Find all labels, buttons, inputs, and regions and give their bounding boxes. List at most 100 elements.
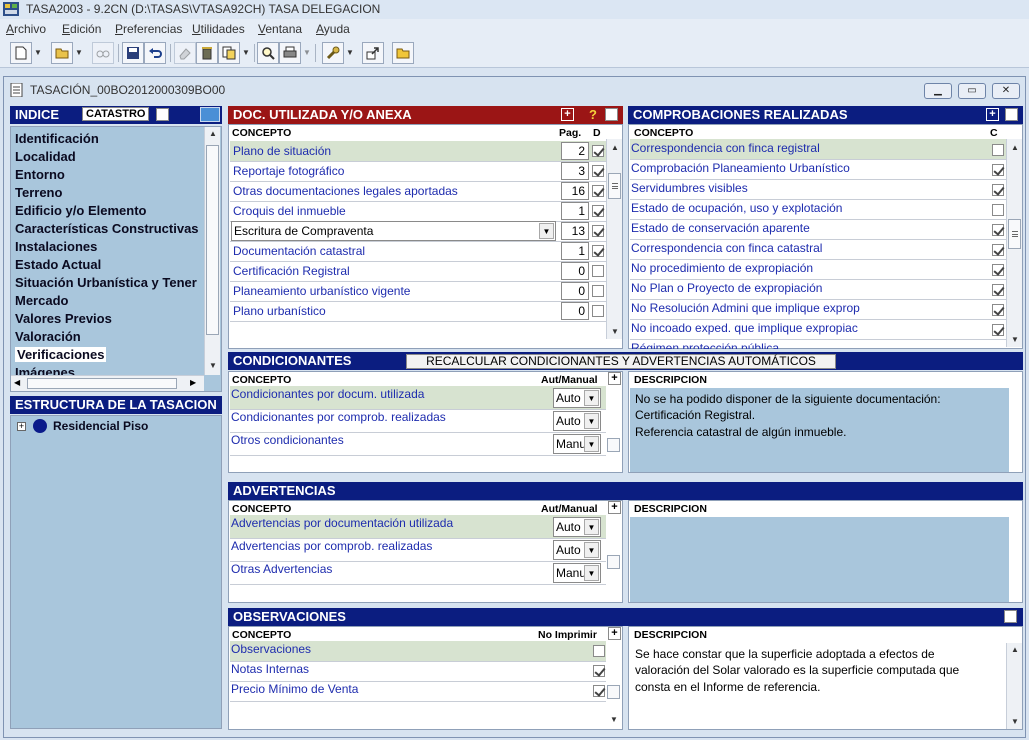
doc-checkbox[interactable] — [592, 205, 604, 217]
recalcular-button[interactable]: RECALCULAR CONDICIONANTES Y ADVERTENCIAS… — [406, 354, 836, 369]
open-folder-button[interactable] — [51, 42, 73, 64]
tree-node-residencial-piso[interactable]: Residencial Piso — [53, 419, 148, 433]
comprob-header-checkbox[interactable] — [1005, 108, 1018, 121]
chevron-down-icon[interactable]: ▼ — [584, 565, 599, 581]
chevron-down-icon[interactable]: ▼ — [584, 390, 599, 406]
link-button[interactable] — [92, 42, 114, 64]
obs-checkbox[interactable] — [593, 645, 605, 657]
indice-item-verificaciones[interactable]: Verificaciones — [15, 347, 107, 362]
menu-utilidades[interactable]: Utilidades — [192, 22, 245, 36]
comprob-checkbox[interactable] — [992, 184, 1004, 196]
doc-page-input[interactable]: 3 — [561, 162, 589, 180]
comprob-row-label[interactable]: Servidumbres visibles — [631, 181, 748, 195]
comprob-row-label[interactable]: No procedimiento de expropiación — [631, 261, 813, 275]
doc-page-input[interactable]: 1 — [561, 202, 589, 220]
obs-checkbox[interactable] — [593, 665, 605, 677]
doc-row-label[interactable]: Certificación Registral — [233, 264, 350, 278]
obs-add-button[interactable]: + — [608, 627, 621, 640]
doc-checkbox[interactable] — [592, 285, 604, 297]
chevron-down-icon[interactable]: ▼ — [584, 519, 599, 535]
comprob-checkbox[interactable] — [992, 144, 1004, 156]
cond-mode-select[interactable]: Auto ▼ — [553, 411, 601, 431]
doc-row-label[interactable]: Plano urbanístico — [233, 304, 326, 318]
scroll-thumb[interactable] — [206, 145, 219, 335]
comprob-row-label[interactable]: Correspondencia con finca registral — [631, 141, 820, 155]
scroll-up-arrow[interactable]: ▲ — [1007, 643, 1023, 657]
doc-header-checkbox[interactable] — [605, 108, 618, 121]
doc-checkbox[interactable] — [592, 265, 604, 277]
cond-row-label[interactable]: Otros condicionantes — [231, 433, 344, 447]
comprob-row-label[interactable]: Correspondencia con finca catastral — [631, 241, 822, 255]
scroll-thumb[interactable] — [1008, 219, 1021, 249]
help-icon[interactable]: ? — [589, 107, 597, 122]
comprob-vscroll[interactable]: ▲ ▼ — [1006, 139, 1022, 347]
folder-button[interactable] — [392, 42, 414, 64]
obs-vscroll[interactable]: ▼ — [606, 643, 622, 729]
comprob-row-label[interactable]: No Plan o Proyecto de expropiación — [631, 281, 822, 295]
obs-row-label[interactable]: Observaciones — [231, 642, 311, 656]
chevron-down-icon[interactable]: ▼ — [584, 413, 599, 429]
scroll-down-arrow[interactable]: ▼ — [205, 359, 221, 373]
scroll-thumb[interactable] — [608, 173, 621, 199]
indice-vscroll[interactable]: ▲ ▼ — [204, 127, 220, 375]
adv-mode-select[interactable]: Auto ▼ — [553, 540, 601, 560]
chevron-down-icon[interactable]: ▼ — [539, 223, 554, 239]
doc-page-input[interactable]: 13 — [561, 222, 589, 240]
doc-row-label[interactable]: Plano de situación — [233, 144, 331, 158]
restore-button[interactable]: ▭ — [958, 83, 986, 99]
cond-row-label[interactable]: Condicionantes por docum. utilizada — [231, 387, 424, 401]
catastro-checkbox[interactable] — [156, 108, 169, 121]
adv-add-button[interactable]: + — [608, 501, 621, 514]
close-button[interactable]: ✕ — [992, 83, 1020, 99]
save-button[interactable] — [122, 42, 144, 64]
doc-row-label[interactable]: Croquis del inmueble — [233, 204, 346, 218]
comprob-row-label[interactable]: No incoado exped. que implique expropiac — [631, 321, 858, 335]
open-folder-dropdown[interactable]: ▼ — [74, 42, 84, 64]
indice-item-instalaciones[interactable]: Instalaciones — [15, 239, 97, 254]
copy-button[interactable] — [218, 42, 240, 64]
obs-checkbox[interactable] — [593, 685, 605, 697]
comprob-row-label[interactable]: Régimen protección pública — [631, 341, 779, 349]
indice-item-estado-actual[interactable]: Estado Actual — [15, 257, 101, 272]
chevron-down-icon[interactable]: ▼ — [584, 542, 599, 558]
observaciones-header-checkbox[interactable] — [1004, 610, 1017, 623]
doc-page-input[interactable]: 0 — [561, 262, 589, 280]
indice-item-localidad[interactable]: Localidad — [15, 149, 76, 164]
adv-vscroll[interactable] — [606, 517, 622, 601]
undo-button[interactable] — [144, 42, 166, 64]
indice-item-terreno[interactable]: Terreno — [15, 185, 62, 200]
export-button[interactable] — [362, 42, 384, 64]
menu-ventana[interactable]: Ventana — [258, 22, 302, 36]
scroll-right-arrow[interactable]: ▶ — [190, 378, 196, 387]
indice-item-valores-previos[interactable]: Valores Previos — [15, 311, 112, 326]
scroll-up-arrow[interactable]: ▲ — [1007, 141, 1023, 155]
obs-row-label[interactable]: Notas Internas — [231, 662, 309, 676]
indice-item-caracteristicas[interactable]: Características Constructivas — [15, 221, 199, 236]
tools-button[interactable] — [322, 42, 344, 64]
comprob-checkbox[interactable] — [992, 324, 1004, 336]
obs-row-label[interactable]: Precio Mínimo de Venta — [231, 682, 358, 696]
new-document-button[interactable] — [10, 42, 32, 64]
comprob-add-button[interactable]: + — [986, 108, 999, 121]
scroll-thumb[interactable] — [607, 555, 620, 569]
indice-item-entorno[interactable]: Entorno — [15, 167, 65, 182]
comprob-row-label[interactable]: No Resolución Admini que implique exprop — [631, 301, 860, 315]
comprob-checkbox[interactable] — [992, 224, 1004, 236]
indice-item-identificacion[interactable]: Identificación — [15, 131, 99, 146]
eraser-button[interactable] — [174, 42, 196, 64]
doc-row-label[interactable]: Reportaje fotográfico — [233, 164, 344, 178]
doc-checkbox[interactable] — [592, 225, 604, 237]
adv-row-label[interactable]: Advertencias por comprob. realizadas — [231, 539, 432, 553]
cond-mode-select[interactable]: Auto ▼ — [553, 388, 601, 408]
comprob-checkbox[interactable] — [992, 284, 1004, 296]
doc-add-button[interactable]: + — [561, 108, 574, 121]
comprob-checkbox[interactable] — [992, 304, 1004, 316]
tree-expander[interactable]: + — [17, 422, 26, 431]
search-button[interactable] — [257, 42, 279, 64]
tools-dropdown[interactable]: ▼ — [345, 42, 355, 64]
adv-description[interactable] — [630, 517, 1009, 602]
doc-page-input[interactable]: 1 — [561, 242, 589, 260]
doc-checkbox[interactable] — [592, 165, 604, 177]
scroll-thumb[interactable] — [607, 685, 620, 699]
doc-checkbox[interactable] — [592, 145, 604, 157]
